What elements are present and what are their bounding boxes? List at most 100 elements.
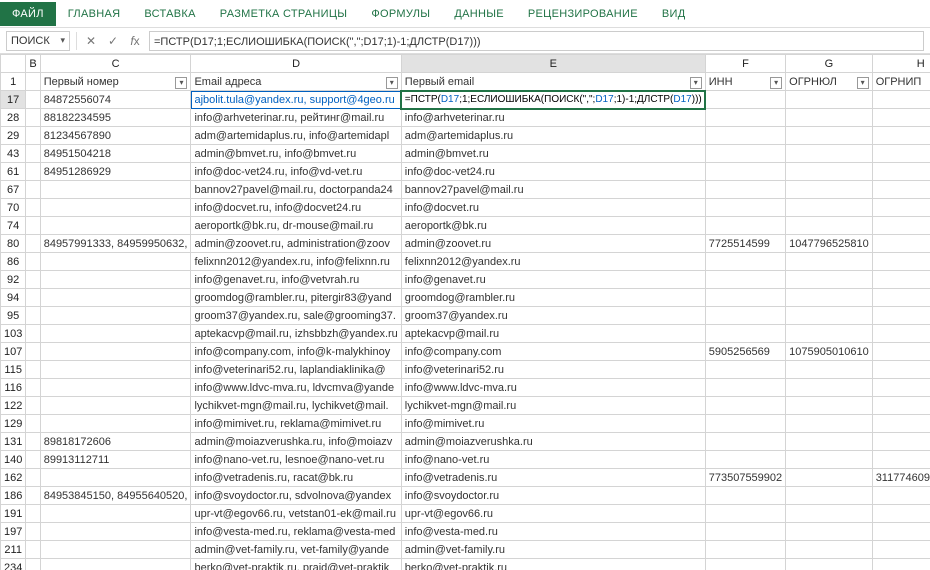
tab-page-layout[interactable]: РАЗМЕТКА СТРАНИЦЫ (208, 2, 360, 26)
cell[interactable]: 1047796525810 (786, 235, 873, 253)
cell[interactable] (786, 253, 873, 271)
cell[interactable] (26, 199, 40, 217)
cell[interactable] (872, 523, 930, 541)
cell[interactable] (40, 505, 191, 523)
row-header[interactable]: 17 (1, 91, 26, 109)
cell[interactable] (786, 109, 873, 127)
cell[interactable]: admin@zoovet.ru (401, 235, 705, 253)
cell[interactable]: info@vesta-med.ru (401, 523, 705, 541)
cell[interactable]: bannov27pavel@mail.ru, doctorpanda24 (191, 181, 401, 199)
cell[interactable]: info@doc-vet24.ru, info@vd-vet.ru (191, 163, 401, 181)
row-header[interactable]: 186 (1, 487, 26, 505)
cell[interactable]: 84951286929 (40, 163, 191, 181)
cell[interactable]: info@veterinari52.ru, laplandiaklinika@ (191, 361, 401, 379)
cell[interactable] (872, 541, 930, 559)
cell[interactable] (786, 217, 873, 235)
table-header-cell[interactable]: Email адреса▾ (191, 73, 401, 91)
row-header[interactable]: 94 (1, 289, 26, 307)
cell[interactable] (786, 271, 873, 289)
cell[interactable]: info@vetradenis.ru, racat@bk.ru (191, 469, 401, 487)
cell[interactable]: lychikvet-mgn@mail.ru (401, 397, 705, 415)
row-header[interactable]: 80 (1, 235, 26, 253)
tab-data[interactable]: ДАННЫЕ (442, 2, 516, 26)
cell[interactable]: adm@artemidaplus.ru (401, 127, 705, 145)
cell[interactable] (872, 217, 930, 235)
cell[interactable] (705, 451, 785, 469)
tab-formulas[interactable]: ФОРМУЛЫ (359, 2, 442, 26)
cell[interactable]: 88182234595 (40, 109, 191, 127)
cell[interactable] (786, 505, 873, 523)
row-header[interactable]: 86 (1, 253, 26, 271)
cell[interactable]: info@svoydoctor.ru, sdvolnova@yandex (191, 487, 401, 505)
cell[interactable]: 5905256569 (705, 343, 785, 361)
cell[interactable] (40, 253, 191, 271)
cell[interactable] (705, 505, 785, 523)
cell[interactable] (872, 343, 930, 361)
cell[interactable] (26, 217, 40, 235)
cell[interactable]: 89818172606 (40, 433, 191, 451)
table-header-cell[interactable]: ОГРНЮЛ▾ (786, 73, 873, 91)
table-header-cell[interactable]: Первый номер▾ (40, 73, 191, 91)
cell[interactable]: admin@vet-family.ru, vet-family@yande (191, 541, 401, 559)
cell[interactable]: =ПСТР(D17;1;ЕСЛИОШИБКА(ПОИСК(",";D17;1)-… (401, 91, 705, 109)
cell[interactable]: groom37@yandex.ru, sale@grooming37. (191, 307, 401, 325)
cell[interactable] (786, 559, 873, 570)
cell[interactable] (26, 343, 40, 361)
cell[interactable]: felixnn2012@yandex.ru (401, 253, 705, 271)
row-header[interactable]: 197 (1, 523, 26, 541)
cell[interactable] (872, 361, 930, 379)
cell[interactable] (26, 505, 40, 523)
cell[interactable]: info@nano-vet.ru, lesnoe@nano-vet.ru (191, 451, 401, 469)
cell[interactable] (705, 253, 785, 271)
row-header[interactable]: 95 (1, 307, 26, 325)
cell[interactable]: info@arhveterinar.ru, рейтинг@mail.ru (191, 109, 401, 127)
cell[interactable]: 1075905010610 (786, 343, 873, 361)
cell[interactable] (26, 289, 40, 307)
cell[interactable] (705, 379, 785, 397)
cell[interactable] (786, 433, 873, 451)
cell[interactable] (26, 163, 40, 181)
cell[interactable]: aeroportk@bk.ru, dr-mouse@mail.ru (191, 217, 401, 235)
cell[interactable] (872, 235, 930, 253)
cell[interactable]: info@mimivet.ru (401, 415, 705, 433)
row-header[interactable]: 92 (1, 271, 26, 289)
table-header-cell[interactable]: ОГРНИП▾ (872, 73, 930, 91)
row-header[interactable]: 162 (1, 469, 26, 487)
cell[interactable] (786, 145, 873, 163)
column-header[interactable]: C (40, 55, 191, 73)
cell[interactable] (872, 487, 930, 505)
cell[interactable] (26, 307, 40, 325)
filter-icon[interactable]: ▾ (386, 77, 398, 89)
cell[interactable]: 89913112711 (40, 451, 191, 469)
cell[interactable]: 81234567890 (40, 127, 191, 145)
cell[interactable] (872, 181, 930, 199)
cell[interactable] (786, 325, 873, 343)
cell[interactable] (872, 109, 930, 127)
cell[interactable] (786, 307, 873, 325)
cell[interactable] (786, 379, 873, 397)
cell[interactable] (872, 271, 930, 289)
cell[interactable] (872, 307, 930, 325)
cell[interactable]: info@vetradenis.ru (401, 469, 705, 487)
cell[interactable]: 84872556074 (40, 91, 191, 109)
cell[interactable] (872, 559, 930, 570)
cell[interactable]: upr-vt@egov66.ru (401, 505, 705, 523)
cell[interactable] (872, 199, 930, 217)
cell[interactable]: aptekacvp@mail.ru, izhsbbzh@yandex.ru (191, 325, 401, 343)
cell[interactable] (26, 253, 40, 271)
cell[interactable] (786, 127, 873, 145)
column-header[interactable]: B (26, 55, 40, 73)
cell[interactable]: aptekacvp@mail.ru (401, 325, 705, 343)
cell[interactable] (705, 325, 785, 343)
cell[interactable] (40, 559, 191, 570)
cell[interactable] (26, 433, 40, 451)
cell[interactable] (40, 307, 191, 325)
cell[interactable] (872, 415, 930, 433)
cell[interactable] (786, 541, 873, 559)
cell[interactable]: 7725514599 (705, 235, 785, 253)
cell[interactable]: upr-vt@egov66.ru, vetstan01-ek@mail.ru (191, 505, 401, 523)
row-header[interactable]: 131 (1, 433, 26, 451)
cell[interactable] (786, 397, 873, 415)
cell[interactable]: 84951504218 (40, 145, 191, 163)
cell[interactable]: info@doc-vet24.ru (401, 163, 705, 181)
